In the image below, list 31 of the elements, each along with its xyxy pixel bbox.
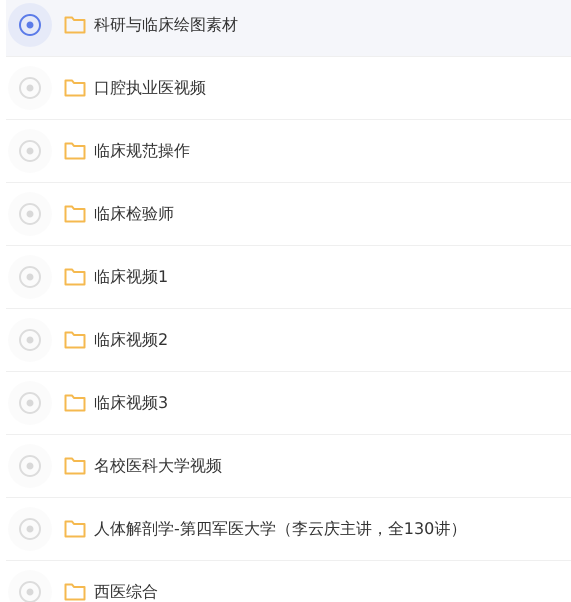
folder-name: 临床检验师 xyxy=(94,204,174,224)
folder-row[interactable]: 临床视频3 xyxy=(6,372,571,435)
folder-icon xyxy=(64,457,86,475)
folder-name: 口腔执业医视频 xyxy=(94,78,206,98)
folder-icon xyxy=(64,331,86,349)
folder-row[interactable]: 西医综合 xyxy=(6,561,571,602)
folder-row[interactable]: 名校医科大学视频 xyxy=(6,435,571,498)
folder-row[interactable]: 临床检验师 xyxy=(6,183,571,246)
folder-name: 临床视频3 xyxy=(94,392,168,414)
folder-name: 临床视频1 xyxy=(94,266,168,288)
folder-icon xyxy=(64,394,86,412)
folder-name: 名校医科大学视频 xyxy=(94,456,222,476)
folder-name: 临床视频2 xyxy=(94,330,168,350)
folder-icon xyxy=(64,79,86,97)
folder-icon xyxy=(64,205,86,223)
folder-row[interactable]: 口腔执业医视频 xyxy=(6,57,571,120)
folder-name: 人体解剖学-第四军医大学（李云庆主讲，全130讲） xyxy=(94,518,466,540)
folder-row[interactable]: 人体解剖学-第四军医大学（李云庆主讲，全130讲） xyxy=(6,498,571,561)
folder-row[interactable]: 科研与临床绘图素材 xyxy=(6,0,571,57)
folder-name: 西医综合 xyxy=(94,582,158,602)
folder-icon xyxy=(64,583,86,601)
folder-row[interactable]: 临床视频1 xyxy=(6,246,571,309)
folder-icon xyxy=(64,268,86,286)
radio-button[interactable] xyxy=(18,13,42,37)
folder-name: 科研与临床绘图素材 xyxy=(94,14,238,36)
folder-icon xyxy=(64,520,86,538)
folder-icon xyxy=(64,142,86,160)
folder-row[interactable]: 临床规范操作 xyxy=(6,120,571,183)
folder-icon xyxy=(64,16,86,34)
folder-row[interactable]: 临床视频2 xyxy=(6,309,571,372)
folder-name: 临床规范操作 xyxy=(94,140,190,162)
